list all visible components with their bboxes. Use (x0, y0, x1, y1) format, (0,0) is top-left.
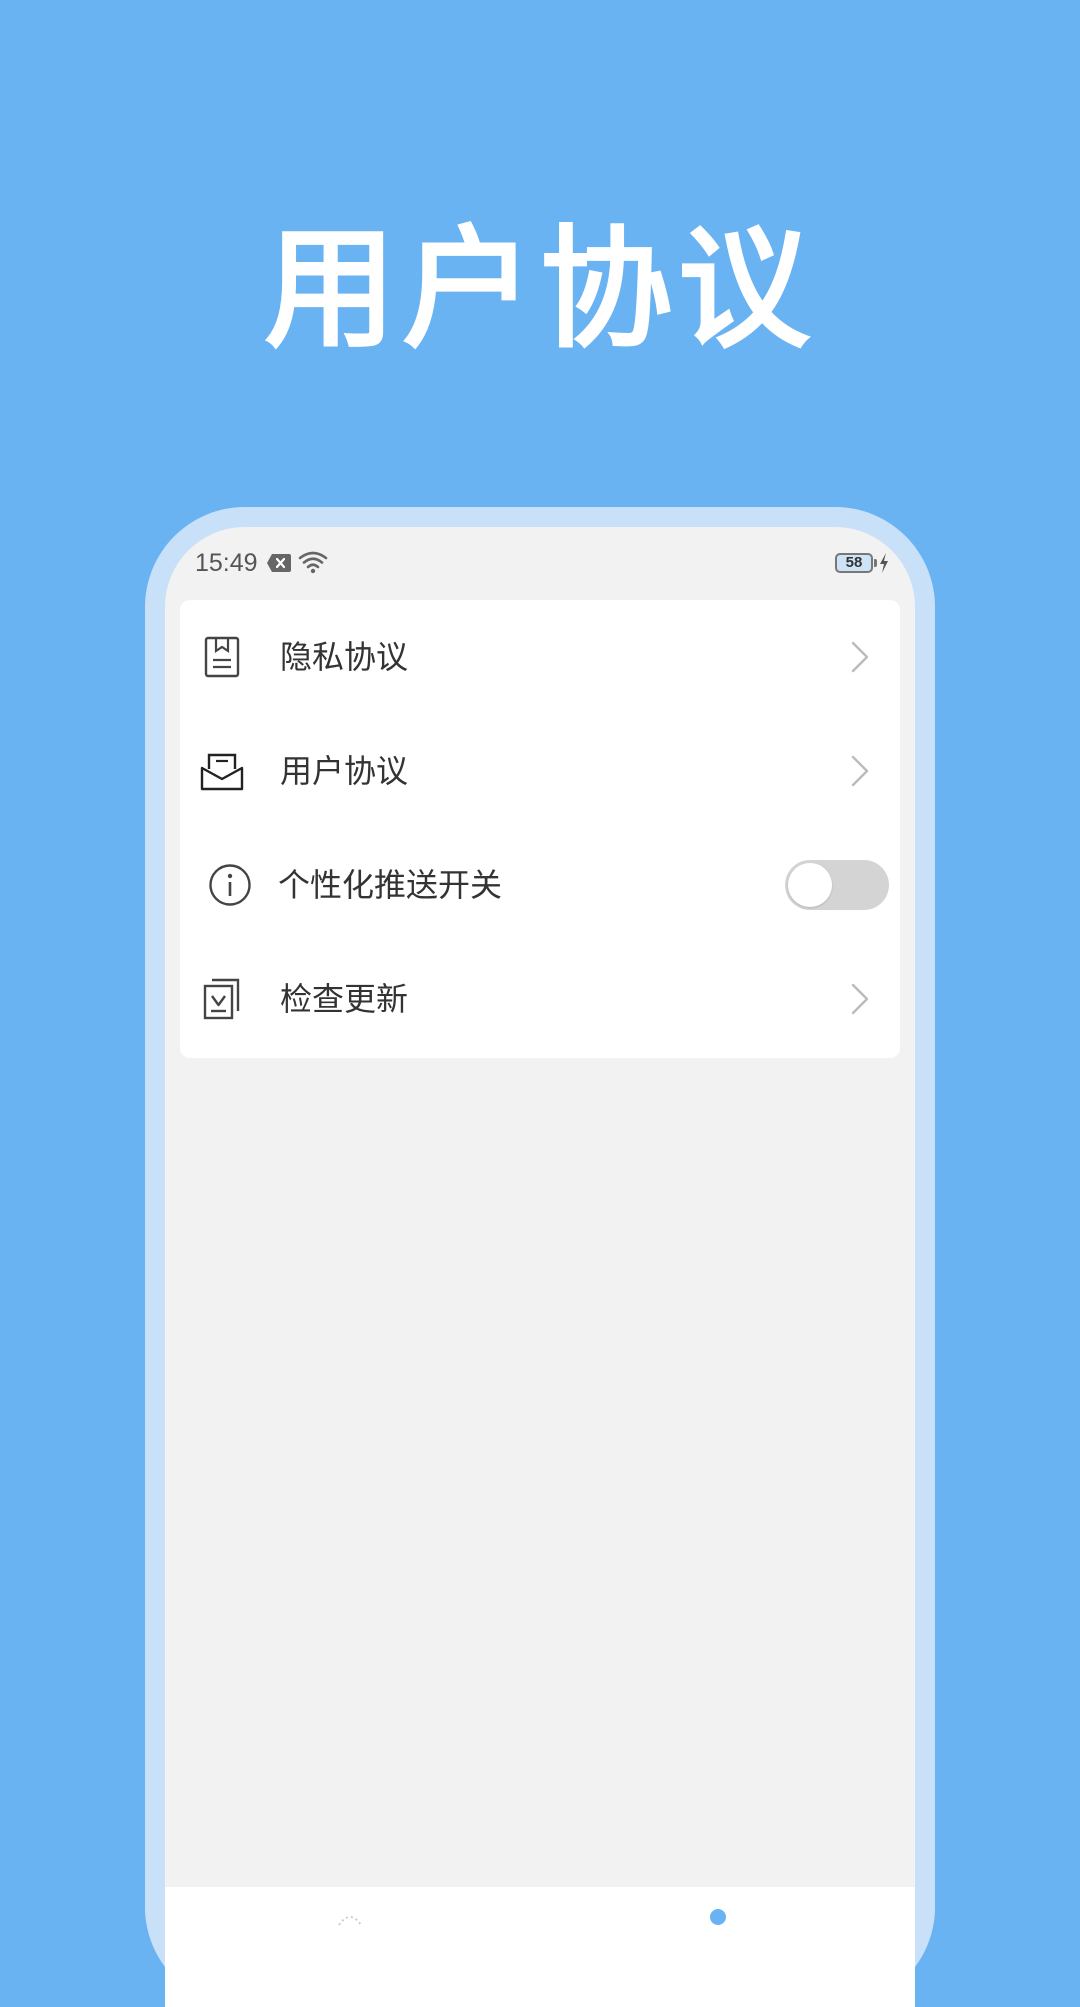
bottom-nav (165, 1887, 915, 2007)
notification-x-icon (267, 554, 291, 572)
menu-item-privacy[interactable]: 隐私协议 (180, 600, 900, 714)
phone-screen: 15:49 58 隐私协议 用户协议 个性化推送开关 检查更新 (165, 527, 915, 2007)
menu-item-check-update[interactable]: 检查更新 (180, 942, 900, 1056)
menu-label-check-update: 检查更新 (280, 980, 409, 1018)
settings-card: 隐私协议 用户协议 个性化推送开关 检查更新 (180, 600, 900, 1058)
menu-label-user-agreement: 用户协议 (280, 752, 409, 790)
status-bar: 15:49 58 (165, 527, 915, 597)
mail-tray-icon (200, 753, 244, 791)
status-time: 15:49 (195, 549, 258, 577)
wifi-icon (298, 551, 328, 574)
home-icon[interactable] (335, 1907, 365, 1927)
menu-label-privacy: 隐私协议 (280, 638, 409, 676)
battery-icon: 58 (835, 553, 877, 573)
document-icon (204, 636, 240, 678)
charging-icon (880, 553, 888, 573)
hero-title: 用户协议 (264, 213, 816, 367)
personalized-push-toggle[interactable] (785, 860, 889, 910)
chevron-right-icon (851, 983, 869, 1015)
menu-item-user-agreement[interactable]: 用户协议 (180, 714, 900, 828)
profile-icon[interactable] (710, 1909, 726, 1925)
update-icon (203, 978, 240, 1020)
chevron-right-icon (851, 755, 869, 787)
menu-item-personalized-push: 个性化推送开关 (180, 828, 900, 942)
toggle-knob (788, 863, 832, 907)
info-icon (209, 864, 251, 906)
chevron-right-icon (851, 641, 869, 673)
menu-label-personalized-push: 个性化推送开关 (278, 866, 503, 904)
